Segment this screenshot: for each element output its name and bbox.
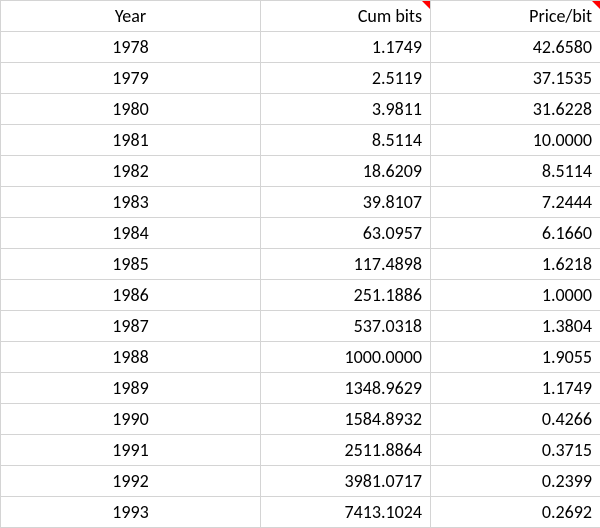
cell-cumbits[interactable]: 3.9811 <box>261 94 431 125</box>
cell-cumbits[interactable]: 18.6209 <box>261 156 431 187</box>
cell-pricebit[interactable]: 7.2444 <box>431 187 600 218</box>
table-row: 198463.09576.1660 <box>1 218 600 249</box>
table-row: 198218.62098.5114 <box>1 156 600 187</box>
table-row: 19937413.10240.2692 <box>1 497 600 528</box>
table-row: 19881000.00001.9055 <box>1 342 600 373</box>
header-pricebit-label: Price/bit <box>529 5 592 27</box>
cell-pricebit[interactable]: 0.2692 <box>431 497 600 528</box>
cell-cumbits[interactable]: 537.0318 <box>261 311 431 342</box>
cell-pricebit[interactable]: 10.0000 <box>431 125 600 156</box>
table-row: 19792.511937.1535 <box>1 63 600 94</box>
cell-cumbits[interactable]: 1584.8932 <box>261 404 431 435</box>
cell-pricebit[interactable]: 1.9055 <box>431 342 600 373</box>
cell-pricebit[interactable]: 8.5114 <box>431 156 600 187</box>
table-row: 19923981.07170.2399 <box>1 466 600 497</box>
cell-pricebit[interactable]: 6.1660 <box>431 218 600 249</box>
table-row: 19891348.96291.1749 <box>1 373 600 404</box>
table-row: 19781.174942.6580 <box>1 32 600 63</box>
table-row: 19803.981131.6228 <box>1 94 600 125</box>
cell-year[interactable]: 1982 <box>1 156 261 187</box>
cell-year[interactable]: 1992 <box>1 466 261 497</box>
table-row: 1985117.48981.6218 <box>1 249 600 280</box>
cell-year[interactable]: 1991 <box>1 435 261 466</box>
cell-year[interactable]: 1979 <box>1 63 261 94</box>
cell-year[interactable]: 1989 <box>1 373 261 404</box>
cell-pricebit[interactable]: 1.0000 <box>431 280 600 311</box>
cell-year[interactable]: 1993 <box>1 497 261 528</box>
cell-pricebit[interactable]: 1.1749 <box>431 373 600 404</box>
cell-pricebit[interactable]: 42.6580 <box>431 32 600 63</box>
cell-year[interactable]: 1984 <box>1 218 261 249</box>
cell-pricebit[interactable]: 1.3804 <box>431 311 600 342</box>
cell-year[interactable]: 1985 <box>1 249 261 280</box>
header-year[interactable]: Year <box>1 1 261 32</box>
cell-cumbits[interactable]: 251.1886 <box>261 280 431 311</box>
cell-pricebit[interactable]: 31.6228 <box>431 94 600 125</box>
cell-cumbits[interactable]: 1.1749 <box>261 32 431 63</box>
cell-year[interactable]: 1990 <box>1 404 261 435</box>
table-row: 19818.511410.0000 <box>1 125 600 156</box>
comment-marker-icon[interactable] <box>592 1 600 9</box>
table-row: 1986251.18861.0000 <box>1 280 600 311</box>
table-row: 198339.81077.2444 <box>1 187 600 218</box>
cell-cumbits[interactable]: 7413.1024 <box>261 497 431 528</box>
header-pricebit[interactable]: Price/bit <box>431 1 600 32</box>
comment-marker-icon[interactable] <box>422 1 430 9</box>
cell-pricebit[interactable]: 37.1535 <box>431 63 600 94</box>
cell-cumbits[interactable]: 2511.8864 <box>261 435 431 466</box>
table-row: 1987537.03181.3804 <box>1 311 600 342</box>
cell-cumbits[interactable]: 39.8107 <box>261 187 431 218</box>
cell-pricebit[interactable]: 0.4266 <box>431 404 600 435</box>
data-table: Year Cum bits Price/bit 19781.174942.658… <box>0 0 600 528</box>
cell-pricebit[interactable]: 0.3715 <box>431 435 600 466</box>
cell-cumbits[interactable]: 1000.0000 <box>261 342 431 373</box>
cell-cumbits[interactable]: 2.5119 <box>261 63 431 94</box>
cell-cumbits[interactable]: 63.0957 <box>261 218 431 249</box>
header-year-label: Year <box>115 5 146 27</box>
cell-pricebit[interactable]: 1.6218 <box>431 249 600 280</box>
cell-pricebit[interactable]: 0.2399 <box>431 466 600 497</box>
cell-cumbits[interactable]: 8.5114 <box>261 125 431 156</box>
cell-year[interactable]: 1983 <box>1 187 261 218</box>
header-cumbits-label: Cum bits <box>358 5 422 27</box>
cell-year[interactable]: 1978 <box>1 32 261 63</box>
header-cumbits[interactable]: Cum bits <box>261 1 431 32</box>
cell-year[interactable]: 1981 <box>1 125 261 156</box>
table-row: 19901584.89320.4266 <box>1 404 600 435</box>
cell-year[interactable]: 1980 <box>1 94 261 125</box>
table-row: 19912511.88640.3715 <box>1 435 600 466</box>
cell-year[interactable]: 1987 <box>1 311 261 342</box>
cell-cumbits[interactable]: 3981.0717 <box>261 466 431 497</box>
header-row: Year Cum bits Price/bit <box>1 1 600 32</box>
cell-year[interactable]: 1986 <box>1 280 261 311</box>
cell-year[interactable]: 1988 <box>1 342 261 373</box>
cell-cumbits[interactable]: 1348.9629 <box>261 373 431 404</box>
cell-cumbits[interactable]: 117.4898 <box>261 249 431 280</box>
